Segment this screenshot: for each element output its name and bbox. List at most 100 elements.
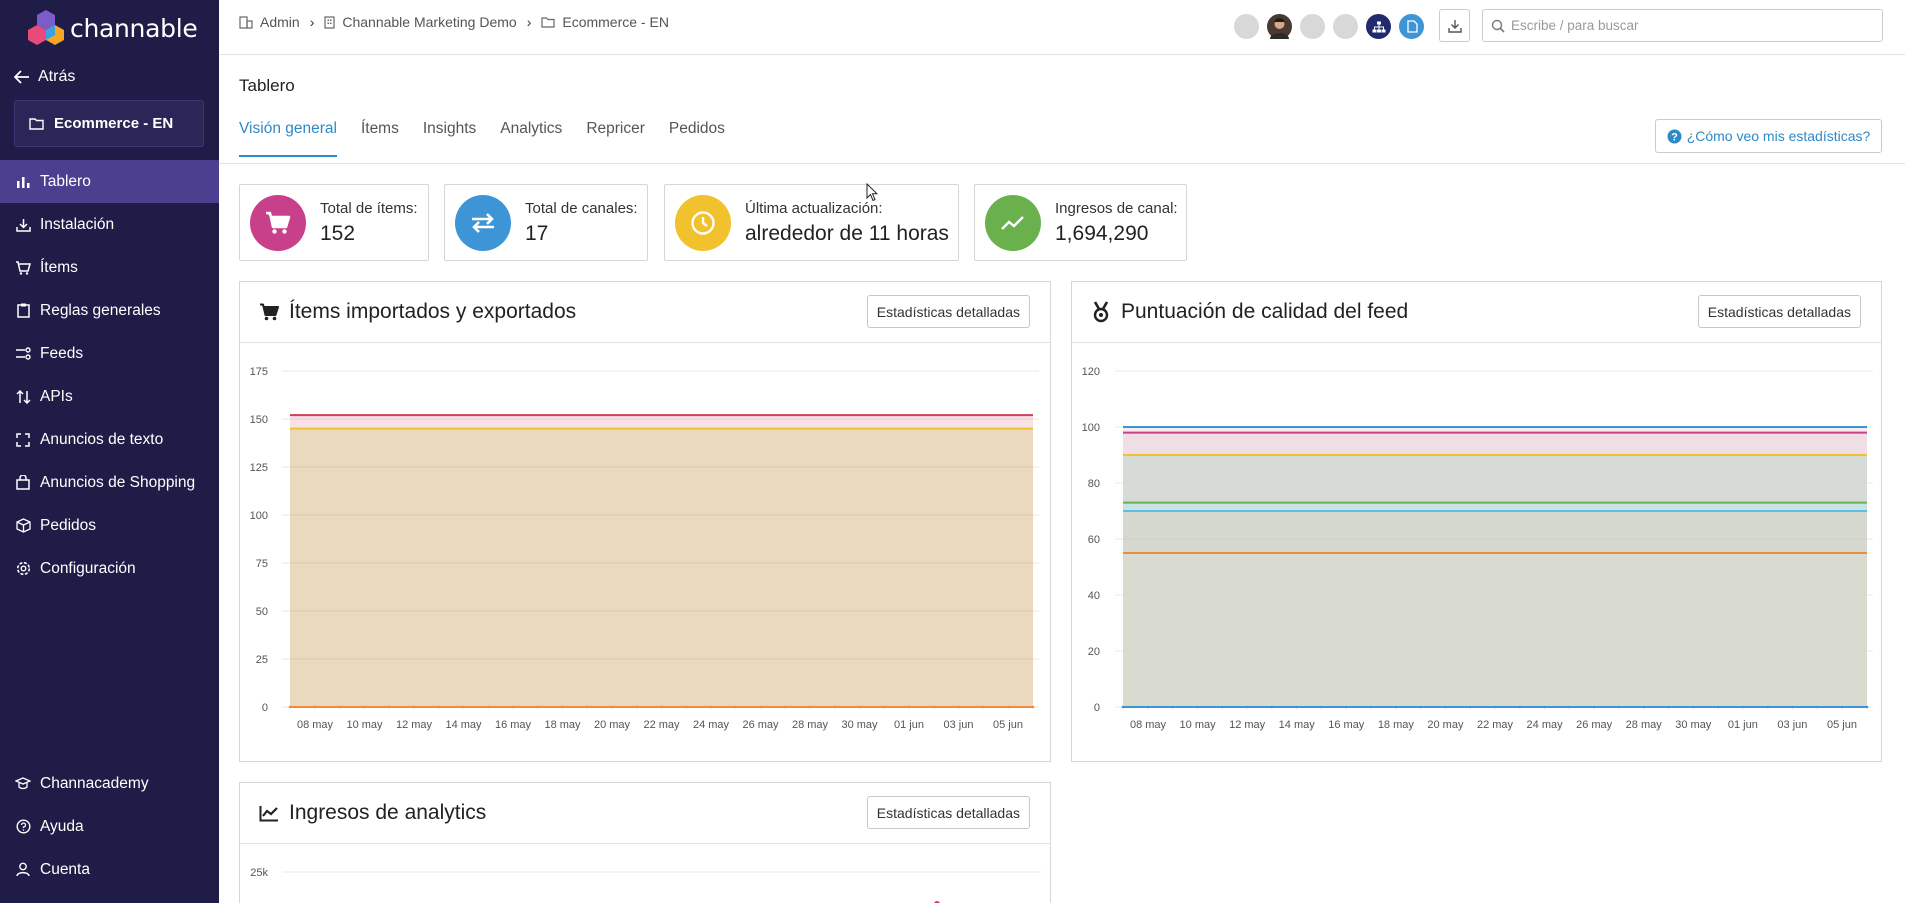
avatar[interactable] [1298, 12, 1327, 41]
gear-icon [15, 561, 31, 577]
tab-bar: Visión general Ítems Insights Analytics … [239, 120, 725, 157]
data-point [1642, 705, 1646, 709]
sidebar-item-anuncios-texto[interactable]: Anuncios de texto [0, 418, 219, 461]
chevron-right-icon: › [309, 14, 315, 30]
x-tick-label: 14 may [1279, 719, 1316, 731]
sidebar-item-channacademy[interactable]: Channacademy [0, 762, 219, 805]
sidebar-item-feeds[interactable]: Feeds [0, 332, 219, 375]
stat-card-last-update: Última actualización: alrededor de 11 ho… [664, 184, 959, 261]
sidebar-item-label: Feeds [40, 344, 84, 362]
data-point [1592, 705, 1596, 709]
data-point [288, 705, 292, 709]
data-point [858, 705, 861, 709]
breadcrumb-item-admin[interactable]: Admin [260, 14, 300, 30]
feed-icon [15, 346, 31, 362]
sidebar-item-reglas[interactable]: Reglas generales [0, 289, 219, 332]
y-tick-label: 25k [250, 867, 268, 879]
area-fill [1123, 511, 1867, 553]
x-tick-label: 18 may [1378, 719, 1415, 731]
area-fill [1123, 455, 1867, 503]
avatar[interactable] [1232, 12, 1261, 41]
data-point [1270, 705, 1274, 709]
avatar[interactable] [1364, 12, 1393, 41]
data-point [1146, 705, 1150, 709]
data-point [1667, 705, 1670, 709]
x-tick-label: 10 may [346, 719, 383, 731]
sidebar-item-ayuda[interactable]: Ayuda [0, 805, 219, 848]
panel-items-imported-exported: Ítems importados y exportados Estadístic… [239, 281, 1051, 762]
avatar[interactable] [1397, 12, 1426, 41]
logo[interactable]: channable [28, 8, 198, 48]
data-point [1741, 705, 1745, 709]
sidebar-item-label: Instalación [40, 215, 115, 233]
question-icon [15, 819, 31, 835]
stat-value: alrededor de 11 horas [745, 221, 949, 245]
data-point [784, 705, 787, 709]
clock-icon [691, 210, 715, 235]
tab-analytics[interactable]: Analytics [500, 120, 562, 157]
stat-label: Total de canales: [525, 199, 638, 217]
data-point [932, 705, 936, 709]
sidebar-item-instalacion[interactable]: Instalación [0, 203, 219, 246]
breadcrumb-item-company[interactable]: Channable Marketing Demo [342, 14, 516, 30]
sidebar-item-apis[interactable]: APIs [0, 375, 219, 418]
stat-icon-circle [675, 194, 731, 251]
data-point [1766, 705, 1770, 709]
breadcrumb-item-project[interactable]: Ecommerce - EN [562, 14, 669, 30]
channable-logo-icon [28, 10, 64, 45]
sidebar-item-configuracion[interactable]: Configuración [0, 547, 219, 590]
download-button[interactable] [1439, 9, 1470, 42]
y-tick-label: 0 [1094, 702, 1100, 714]
area-fill [1123, 502, 1867, 511]
sidebar-item-pedidos[interactable]: Pedidos [0, 504, 219, 547]
search-input[interactable] [1511, 18, 1871, 33]
x-tick-label: 22 may [1477, 719, 1514, 731]
x-tick-label: 26 may [742, 719, 779, 731]
data-point [883, 705, 886, 709]
panel-analytics-revenue: Ingresos de analytics Estadísticas detal… [239, 782, 1051, 903]
x-tick-label: 26 may [1576, 719, 1613, 731]
chevron-right-icon: › [526, 14, 532, 30]
back-label: Atrás [38, 68, 76, 85]
back-link[interactable]: Atrás [14, 68, 75, 86]
x-tick-label: 12 may [1229, 719, 1266, 731]
y-tick-label: 150 [250, 414, 268, 426]
data-point [808, 705, 812, 709]
data-point [387, 705, 391, 709]
tab-items[interactable]: Ítems [361, 120, 399, 157]
data-point [1171, 705, 1174, 709]
sidebar-item-label: Anuncios de Shopping [40, 473, 196, 491]
x-tick-label: 28 may [792, 719, 829, 731]
tab-insights[interactable]: Insights [423, 120, 476, 157]
stat-icon-circle [455, 194, 511, 251]
sidebar-item-anuncios-shopping[interactable]: Anuncios de Shopping [0, 461, 219, 504]
data-point [486, 705, 490, 709]
stats-help-button[interactable]: ? ¿Cómo veo mis estadísticas? [1655, 119, 1882, 153]
y-tick-label: 25 [256, 654, 268, 666]
stats-help-label: ¿Cómo veo mis estadísticas? [1686, 128, 1871, 144]
detailed-stats-button[interactable]: Estadísticas detalladas [866, 295, 1030, 328]
x-tick-label: 05 jun [1827, 719, 1857, 731]
project-selector[interactable]: Ecommerce - EN [14, 100, 204, 147]
avatar[interactable] [1265, 12, 1294, 41]
data-point [1493, 705, 1497, 709]
tab-pedidos[interactable]: Pedidos [669, 120, 725, 157]
data-point [1617, 705, 1621, 709]
detailed-stats-button[interactable]: Estadísticas detalladas [866, 796, 1030, 829]
tab-vision-general[interactable]: Visión general [239, 120, 337, 157]
sidebar-item-items[interactable]: Ítems [0, 246, 219, 289]
folder-icon [541, 17, 555, 28]
stat-icon-circle [985, 194, 1041, 251]
sidebar-item-cuenta[interactable]: Cuenta [0, 848, 219, 891]
cart-icon [266, 211, 291, 234]
data-point [1006, 705, 1010, 709]
y-tick-label: 75 [256, 558, 268, 570]
tab-repricer[interactable]: Repricer [586, 120, 645, 157]
sidebar: channable Atrás Ecommerce - EN Tablero I… [0, 0, 219, 903]
detailed-stats-button[interactable]: Estadísticas detalladas [1697, 295, 1861, 328]
data-point [412, 705, 416, 709]
stat-label: Última actualización: [745, 199, 883, 217]
sidebar-item-tablero[interactable]: Tablero [0, 160, 219, 203]
avatar[interactable] [1331, 12, 1360, 41]
x-tick-label: 20 may [1427, 719, 1464, 731]
